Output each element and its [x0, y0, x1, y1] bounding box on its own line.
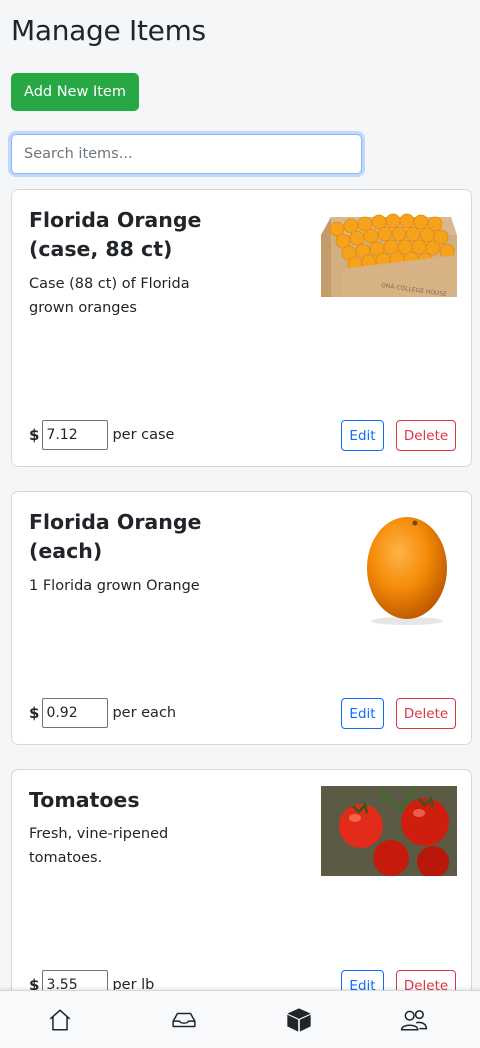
inbox-icon[interactable]: [167, 1003, 201, 1037]
orange-case-image: ONA COLLEGE HOUSE: [321, 207, 457, 297]
item-description: Case (88 ct) of Florida grown oranges: [29, 276, 190, 316]
currency-symbol: $: [29, 704, 40, 722]
box-icon[interactable]: [282, 1003, 316, 1037]
price-input[interactable]: [42, 420, 109, 450]
item-card: Florida Orange (case, 88 ct) Case (88 ct…: [11, 189, 472, 467]
item-card: Florida Orange (each) 1 Florida grown Or…: [11, 491, 472, 745]
delete-button[interactable]: Delete: [396, 420, 456, 451]
item-description: 1 Florida grown Orange: [29, 578, 200, 594]
users-icon[interactable]: [397, 1003, 431, 1037]
item-title: Tomatoes: [29, 788, 140, 812]
bottom-navigation: [0, 990, 480, 1048]
price-unit: per each: [112, 705, 177, 721]
item-description: Fresh, vine-ripened tomatoes.: [29, 826, 169, 866]
edit-button[interactable]: Edit: [341, 420, 384, 451]
price-input[interactable]: [42, 698, 109, 728]
item-title: Florida Orange (case, 88 ct): [29, 208, 202, 261]
delete-button[interactable]: Delete: [396, 698, 456, 729]
page-title: Manage Items: [11, 14, 206, 47]
item-title: Florida Orange (each): [29, 510, 202, 563]
price-row: $ per each: [29, 698, 176, 728]
search-input[interactable]: [11, 134, 362, 174]
price-unit: per case: [112, 427, 175, 443]
single-orange-image: [321, 509, 457, 629]
add-new-item-button[interactable]: Add New Item: [11, 73, 139, 111]
home-icon[interactable]: [43, 1003, 77, 1037]
price-row: $ per case: [29, 420, 174, 450]
edit-button[interactable]: Edit: [341, 698, 384, 729]
tomatoes-image: [321, 786, 457, 876]
currency-symbol: $: [29, 426, 40, 444]
